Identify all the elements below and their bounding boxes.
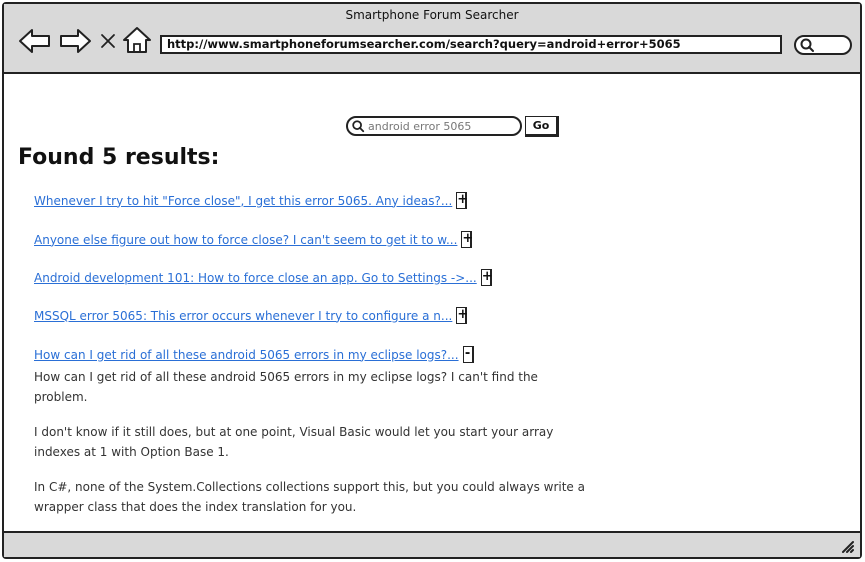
collapse-toggle[interactable]: - (462, 346, 474, 363)
result-link[interactable]: How can I get rid of all these android 5… (34, 348, 459, 362)
expand-toggle[interactable]: + (456, 192, 468, 209)
resize-grip-icon[interactable] (840, 539, 854, 553)
home-icon[interactable] (122, 26, 152, 54)
browser-window: Smartphone Forum Searcher http://www.sma… (2, 2, 862, 559)
go-button[interactable]: Go (525, 116, 559, 137)
search-icon (800, 38, 814, 52)
result-item: Anyone else figure out how to force clos… (34, 231, 473, 248)
result-link[interactable]: Android development 101: How to force cl… (34, 271, 477, 285)
results-heading: Found 5 results: (18, 145, 220, 170)
result-link[interactable]: Anyone else figure out how to force clos… (34, 233, 457, 247)
expand-toggle[interactable]: + (461, 231, 473, 248)
address-bar[interactable]: http://www.smartphoneforumsearcher.com/s… (160, 35, 782, 54)
search-icon (352, 120, 365, 133)
result-link[interactable]: MSSQL error 5065: This error occurs when… (34, 309, 452, 323)
status-bar (4, 531, 860, 557)
window-title: Smartphone Forum Searcher (345, 8, 519, 22)
result-link[interactable]: Whenever I try to hit "Force close", I g… (34, 194, 452, 208)
back-arrow-icon[interactable] (18, 26, 52, 56)
expand-toggle[interactable]: + (480, 269, 493, 286)
result-item: How can I get rid of all these android 5… (34, 346, 474, 363)
result-item: Android development 101: How to force cl… (34, 269, 493, 286)
page-content: Go Found 5 results: Whenever I try to hi… (4, 74, 860, 534)
expanded-paragraph: How can I get rid of all these android 5… (34, 370, 538, 404)
close-x-icon[interactable] (100, 33, 116, 49)
expanded-paragraph: In C#, none of the System.Collections co… (34, 480, 585, 514)
search-input[interactable] (365, 119, 518, 133)
browser-search-field[interactable] (794, 35, 852, 55)
forward-arrow-icon[interactable] (58, 26, 92, 56)
expand-toggle[interactable]: + (456, 307, 468, 324)
title-bar: Smartphone Forum Searcher http://www.sma… (4, 4, 860, 74)
expanded-result-body: How can I get rid of all these android 5… (34, 367, 589, 532)
result-item: MSSQL error 5065: This error occurs when… (34, 307, 468, 324)
result-item: Whenever I try to hit "Force close", I g… (34, 192, 468, 209)
expanded-paragraph: I don't know if it still does, but at on… (34, 425, 554, 459)
site-search-box[interactable] (346, 116, 522, 136)
